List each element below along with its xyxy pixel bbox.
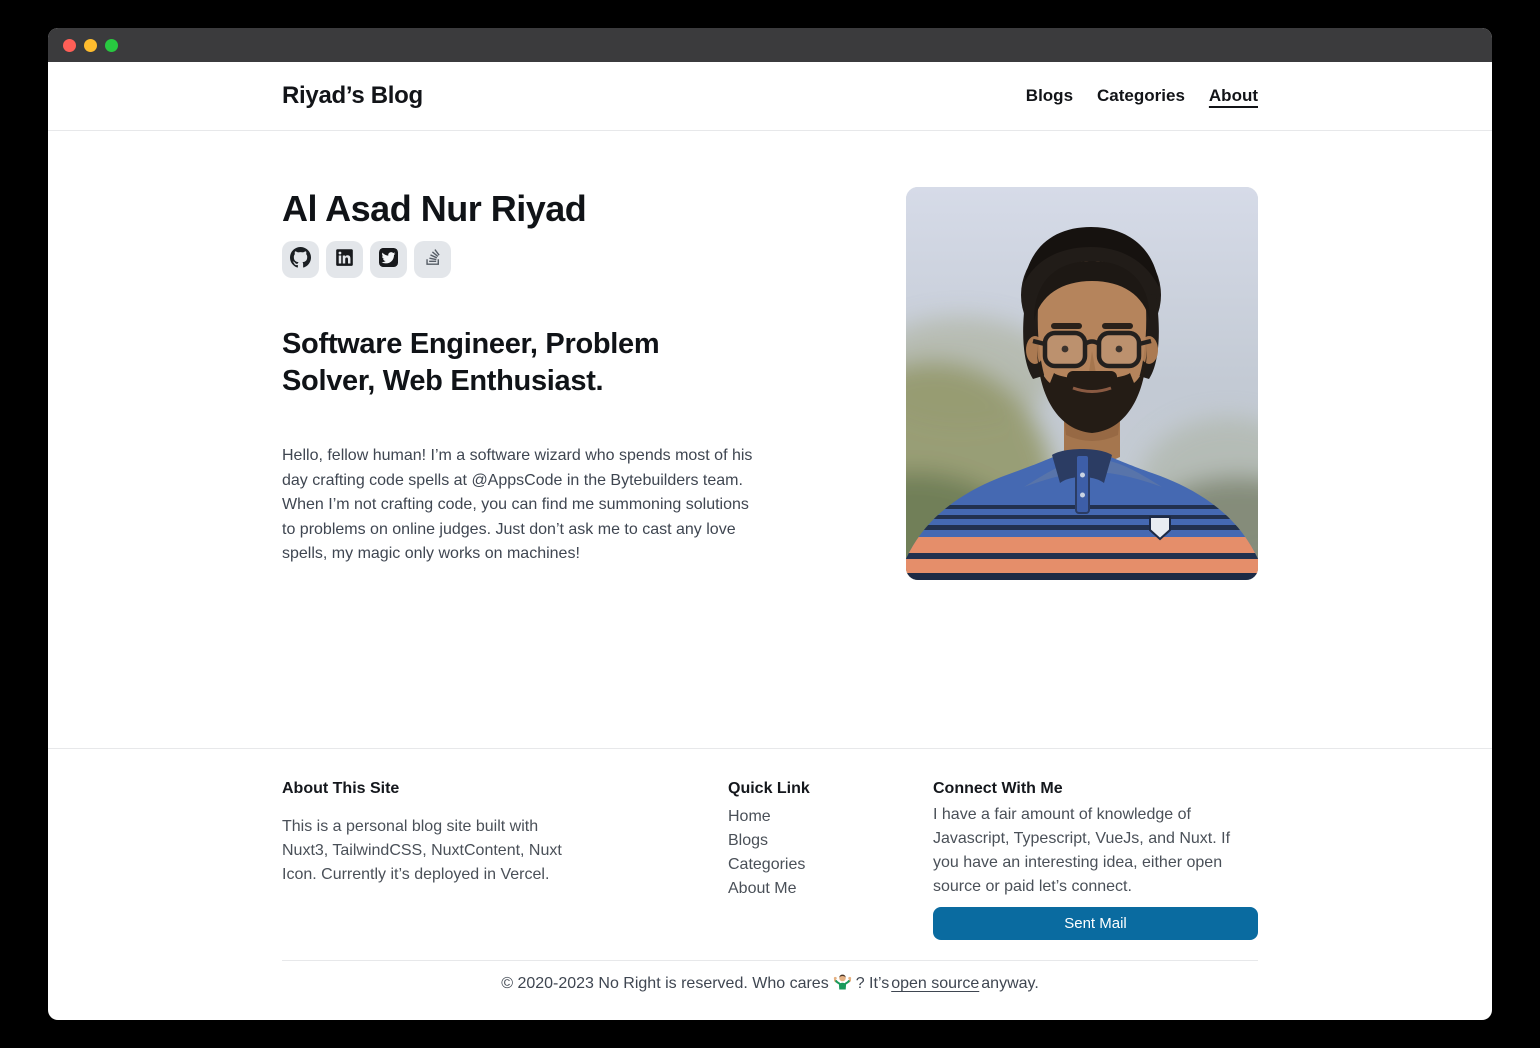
footer-link-home[interactable]: Home (728, 805, 933, 829)
twitter-link[interactable] (370, 241, 407, 278)
about-page-main: Al Asad Nur Riyad (48, 131, 1492, 748)
linkedin-icon (335, 248, 354, 272)
maximize-window-button[interactable] (105, 39, 118, 52)
nav-about[interactable]: About (1209, 86, 1258, 106)
github-link[interactable] (282, 241, 319, 278)
main-nav: Blogs Categories About (1026, 86, 1258, 106)
site-title: Riyad’s Blog (282, 82, 423, 110)
linkedin-link[interactable] (326, 241, 363, 278)
footer-link-blogs[interactable]: Blogs (728, 829, 933, 853)
copyright-text-3: anyway. (981, 975, 1039, 993)
profile-photo (906, 187, 1258, 580)
site-header: Riyad’s Blog Blogs Categories About (48, 62, 1492, 131)
bio-paragraph: Hello, fellow human! I’m a software wiza… (282, 444, 754, 567)
footer-quicklink-heading: Quick Link (728, 779, 933, 799)
tagline: Software Engineer, Problem Solver, Web E… (282, 326, 722, 400)
stackoverflow-icon (424, 248, 442, 271)
footer-link-about-me[interactable]: About Me (728, 877, 933, 901)
social-links (282, 241, 754, 278)
sent-mail-button[interactable]: Sent Mail (933, 907, 1258, 940)
twitter-icon (379, 248, 398, 272)
nav-blogs[interactable]: Blogs (1026, 86, 1073, 106)
footer-about-heading: About This Site (282, 779, 728, 799)
site-footer: About This Site This is a personal blog … (48, 748, 1492, 1020)
footer-about-text: This is a personal blog site built with … (282, 815, 582, 887)
footer-link-categories[interactable]: Categories (728, 853, 933, 877)
open-source-link[interactable]: open source (891, 975, 979, 993)
stackoverflow-link[interactable] (414, 241, 451, 278)
minimize-window-button[interactable] (84, 39, 97, 52)
footer-connect-heading: Connect With Me (933, 779, 1258, 799)
copyright-text-1: © 2020-2023 No Right is reserved. Who ca… (501, 975, 829, 993)
copyright-text-2: ? It’s (856, 975, 890, 993)
window-titlebar (48, 28, 1492, 62)
close-window-button[interactable] (63, 39, 76, 52)
footer-connect-text: I have a fair amount of knowledge of Jav… (933, 803, 1258, 899)
copyright-bar: © 2020-2023 No Right is reserved. Who ca… (282, 960, 1258, 1018)
nav-categories[interactable]: Categories (1097, 86, 1185, 106)
page-title: Al Asad Nur Riyad (282, 187, 754, 231)
shrug-emoji (833, 972, 852, 996)
browser-window: Riyad’s Blog Blogs Categories About Al A… (48, 28, 1492, 1020)
github-icon (290, 247, 311, 273)
